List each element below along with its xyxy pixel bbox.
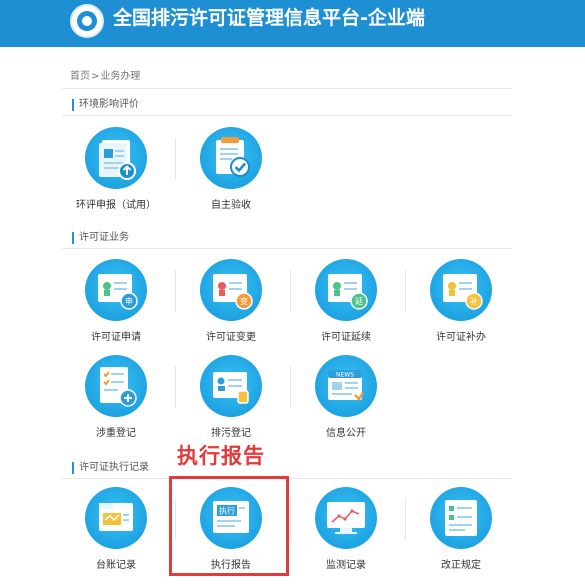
- tile-label: 监测记录: [326, 560, 366, 571]
- ledger-folder-icon: [85, 487, 147, 549]
- tile-label: 许可证申请: [91, 332, 141, 343]
- tile-heavy-metal-registration[interactable]: 涉重登记: [63, 355, 173, 445]
- separator: [290, 498, 291, 540]
- breadcrumb-home[interactable]: 首页: [70, 71, 90, 82]
- section-title-permit: 许可证业务: [72, 232, 129, 244]
- certificate-extend-icon: 延: [315, 259, 377, 321]
- document-upload-icon: [85, 127, 147, 189]
- tile-permit-reissue[interactable]: 补 许可证补办: [408, 259, 518, 349]
- tile-label: 许可证变更: [206, 332, 256, 343]
- tile-label: 自主验收: [211, 200, 251, 211]
- certificate-apply-icon: 申: [85, 259, 147, 321]
- separator: [290, 366, 291, 408]
- separator: [175, 270, 176, 312]
- app-header: 全国排污许可证管理信息平台-企业端: [0, 0, 585, 47]
- tile-label: 许可证补办: [436, 332, 486, 343]
- app-title: 全国排污许可证管理信息平台-企业端: [113, 7, 425, 29]
- divider: [62, 248, 512, 249]
- tile-label: 环评申报（试用）: [76, 200, 156, 211]
- separator: [405, 270, 406, 312]
- badge-text: 变: [240, 296, 248, 306]
- registration-list-icon: [85, 355, 147, 417]
- tile-ledger-records[interactable]: 台账记录: [63, 487, 173, 577]
- tile-label: 台账记录: [96, 560, 136, 571]
- section-title-eia: 环境影响评价: [72, 99, 139, 111]
- divider: [62, 115, 512, 116]
- certificate-change-icon: 变: [200, 259, 262, 321]
- tile-label: 改正规定: [441, 560, 481, 571]
- tile-eia-declaration[interactable]: 环评申报（试用）: [63, 127, 173, 217]
- correction-doc-icon: [430, 487, 492, 549]
- tile-label: 排污登记: [211, 428, 251, 439]
- tile-label: 涉重登记: [96, 428, 136, 439]
- monitoring-chart-icon: [315, 487, 377, 549]
- separator: [290, 270, 291, 312]
- news-text: NEWS: [336, 372, 354, 379]
- separator: [175, 366, 176, 408]
- news-icon: NEWS: [315, 355, 377, 417]
- annotation-highlight-box: [169, 476, 289, 576]
- annotation-label: 执行报告: [177, 443, 265, 468]
- badge-text: 补: [470, 296, 478, 306]
- breadcrumb-separator: >: [91, 71, 100, 82]
- tile-permit-extend[interactable]: 延 许可证延续: [293, 259, 403, 349]
- certificate-reissue-icon: 补: [430, 259, 492, 321]
- tile-label: 许可证延续: [321, 332, 371, 343]
- tile-information-disclosure[interactable]: NEWS 信息公开: [293, 355, 403, 445]
- badge-text: 申: [125, 296, 133, 306]
- badge-text: 延: [355, 296, 363, 306]
- tile-monitoring-records[interactable]: 监测记录: [293, 487, 403, 577]
- tile-permit-apply[interactable]: 申 许可证申请: [63, 259, 173, 349]
- breadcrumb: 首页>业务办理: [70, 70, 140, 83]
- tile-label: 信息公开: [326, 428, 366, 439]
- tile-permit-change[interactable]: 变 许可证变更: [178, 259, 288, 349]
- pollution-register-icon: [200, 355, 262, 417]
- separator: [175, 138, 176, 180]
- separator: [405, 498, 406, 540]
- tile-correction-rules[interactable]: 改正规定: [408, 487, 518, 577]
- tile-pollution-registration[interactable]: 排污登记: [178, 355, 288, 445]
- emblem-icon: [70, 4, 104, 38]
- checklist-check-icon: [200, 127, 262, 189]
- section-title-execution: 许可证执行记录: [72, 462, 149, 474]
- divider: [62, 88, 512, 89]
- tile-self-acceptance[interactable]: 自主验收: [178, 127, 288, 217]
- breadcrumb-current: 业务办理: [100, 71, 141, 82]
